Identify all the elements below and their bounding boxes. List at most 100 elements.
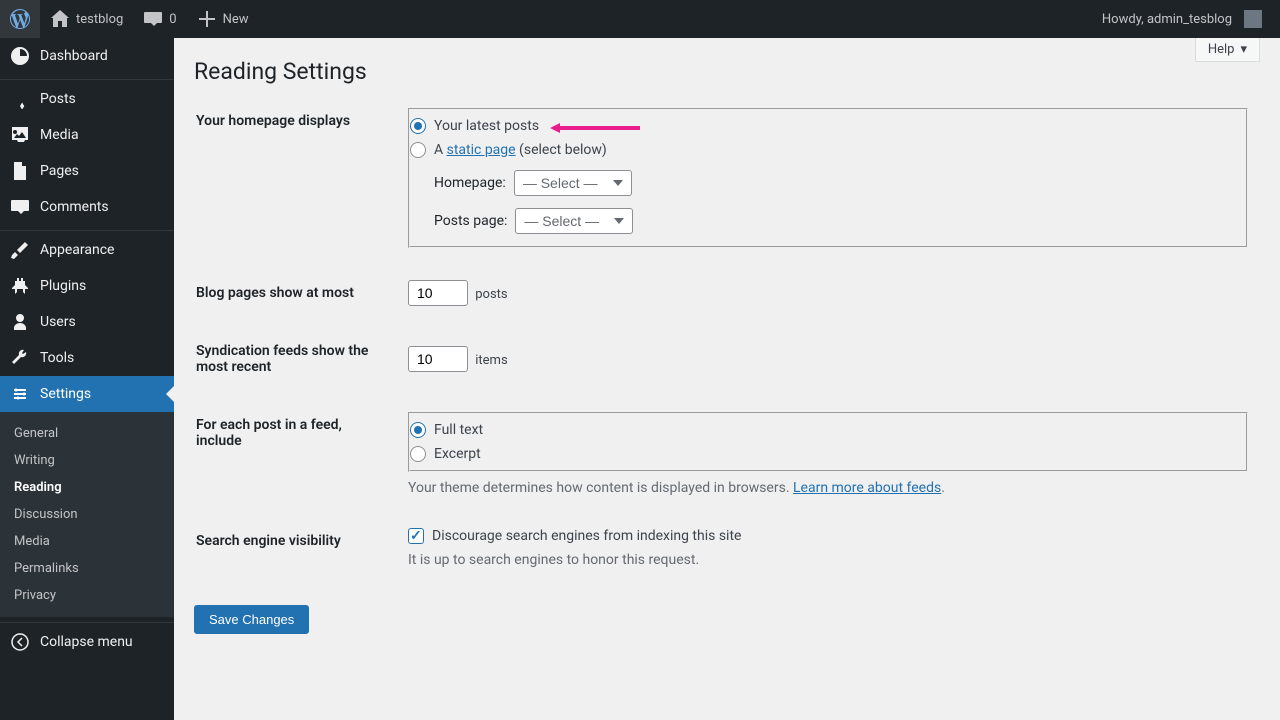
submenu-item-reading[interactable]: Reading (0, 474, 174, 501)
feed-include-label: For each post in a feed, include (196, 397, 396, 511)
static-page-label[interactable]: A static page (select below) (410, 142, 1246, 158)
static-page-radio[interactable] (410, 142, 426, 158)
homepage-select-label: Homepage: (434, 175, 506, 191)
new-item[interactable]: New (187, 0, 259, 38)
sidebar-item-dashboard[interactable]: Dashboard (0, 38, 174, 74)
blog-pages-suffix: posts (475, 287, 507, 302)
full-text-radio[interactable] (410, 422, 426, 438)
syndication-suffix: items (475, 353, 507, 368)
separator (0, 226, 174, 231)
sidebar-label: Appearance (40, 242, 114, 258)
feed-include-fieldset: Full text Excerpt (408, 412, 1248, 472)
sidebar-item-posts[interactable]: Posts (0, 81, 174, 117)
wp-logo-item[interactable] (0, 0, 40, 38)
user-icon (10, 312, 30, 332)
page-icon (10, 161, 30, 181)
sidebar-item-settings[interactable]: Settings (0, 376, 174, 412)
search-visibility-label: Search engine visibility (196, 513, 396, 583)
page-wrap: Reading Settings Your homepage displays … (174, 38, 1280, 654)
static-page-text: A static page (select below) (434, 142, 607, 158)
comment-icon (10, 197, 30, 217)
blog-pages-label: Blog pages show at most (196, 265, 396, 321)
homepage-select[interactable]: — Select — (514, 170, 632, 196)
save-button[interactable]: Save Changes (194, 605, 309, 634)
discourage-text: Discourage search engines from indexing … (432, 528, 741, 544)
my-account-item[interactable]: Howdy, admin_tesblog (1092, 0, 1272, 38)
brush-icon (10, 240, 30, 260)
sidebar-label: Posts (40, 91, 76, 107)
sidebar-label: Media (40, 127, 79, 143)
posts-page-select-row: Posts page: — Select — (410, 208, 1246, 234)
latest-posts-text: Your latest posts (434, 118, 539, 134)
homepage-select-row: Homepage: — Select — (410, 170, 1246, 196)
separator (0, 75, 174, 80)
sidebar-label: Pages (40, 163, 79, 179)
submenu-item-general[interactable]: General (0, 420, 174, 447)
sidebar-item-media[interactable]: Media (0, 117, 174, 153)
homepage-displays-fieldset: Your latest posts A static page (select … (408, 108, 1248, 248)
submenu-item-media[interactable]: Media (0, 528, 174, 555)
sidebar-label: Users (40, 314, 76, 330)
new-label: New (223, 12, 249, 27)
sidebar-item-plugins[interactable]: Plugins (0, 268, 174, 304)
howdy-text: Howdy, admin_tesblog (1102, 12, 1232, 27)
dashboard-icon (10, 46, 30, 66)
sidebar-label: Plugins (40, 278, 86, 294)
full-text-label[interactable]: Full text (410, 422, 1246, 438)
sidebar-label: Settings (40, 386, 91, 402)
sidebar-item-comments[interactable]: Comments (0, 189, 174, 225)
collapse-menu-item[interactable]: Collapse menu (0, 624, 174, 660)
submenu-item-privacy[interactable]: Privacy (0, 582, 174, 609)
collapse-icon (10, 632, 30, 652)
syndication-label: Syndication feeds show the most recent (196, 323, 396, 395)
submenu-item-permalinks[interactable]: Permalinks (0, 555, 174, 582)
wrench-icon (10, 348, 30, 368)
latest-posts-label[interactable]: Your latest posts (410, 118, 1246, 134)
avatar-icon (1244, 10, 1262, 28)
settings-icon (10, 384, 30, 404)
static-page-link[interactable]: static page (447, 142, 516, 158)
site-name-item[interactable]: testblog (40, 0, 133, 38)
settings-table: Your homepage displays Your latest posts (194, 91, 1260, 585)
admin-toolbar: testblog 0 New Howdy, admin_tesblog (0, 0, 1280, 38)
plugin-icon (10, 276, 30, 296)
help-label: Help (1208, 42, 1235, 57)
posts-page-select-label: Posts page: (434, 213, 507, 229)
homepage-displays-label: Your homepage displays (196, 93, 396, 263)
toolbar-left: testblog 0 New (0, 0, 259, 38)
sidebar-item-pages[interactable]: Pages (0, 153, 174, 189)
page-title: Reading Settings (194, 48, 1260, 91)
discourage-label[interactable]: Discourage search engines from indexing … (408, 528, 1248, 544)
blog-pages-input[interactable] (408, 280, 468, 306)
discourage-description: It is up to search engines to honor this… (408, 552, 1248, 568)
full-text-text: Full text (434, 422, 483, 438)
sidebar-item-appearance[interactable]: Appearance (0, 232, 174, 268)
sidebar-item-users[interactable]: Users (0, 304, 174, 340)
caret-down-icon: ▾ (1240, 42, 1247, 57)
posts-page-select[interactable]: — Select — (515, 208, 633, 234)
help-tab[interactable]: Help ▾ (1195, 38, 1260, 62)
main-content: Help ▾ Reading Settings Your homepage di… (174, 38, 1280, 654)
excerpt-radio[interactable] (410, 446, 426, 462)
pin-icon (10, 89, 30, 109)
admin-sidebar: Dashboard Posts Media Pages Comments App… (0, 38, 174, 720)
feed-description: Your theme determines how content is dis… (408, 480, 1248, 496)
feeds-link[interactable]: Learn more about feeds (793, 480, 941, 496)
media-icon (10, 125, 30, 145)
excerpt-label[interactable]: Excerpt (410, 446, 1246, 462)
settings-submenu: General Writing Reading Discussion Media… (0, 412, 174, 617)
sidebar-label: Tools (40, 350, 74, 366)
sidebar-label: Comments (40, 199, 109, 215)
syndication-input[interactable] (408, 346, 468, 372)
plus-icon (197, 9, 217, 29)
home-icon (50, 9, 70, 29)
comments-count: 0 (169, 12, 176, 27)
submenu-item-writing[interactable]: Writing (0, 447, 174, 474)
latest-posts-radio[interactable] (410, 118, 426, 134)
comments-item[interactable]: 0 (133, 0, 186, 38)
comment-icon (143, 9, 163, 29)
sidebar-item-tools[interactable]: Tools (0, 340, 174, 376)
submenu-item-discussion[interactable]: Discussion (0, 501, 174, 528)
discourage-checkbox[interactable] (408, 528, 424, 544)
excerpt-text: Excerpt (434, 446, 481, 462)
